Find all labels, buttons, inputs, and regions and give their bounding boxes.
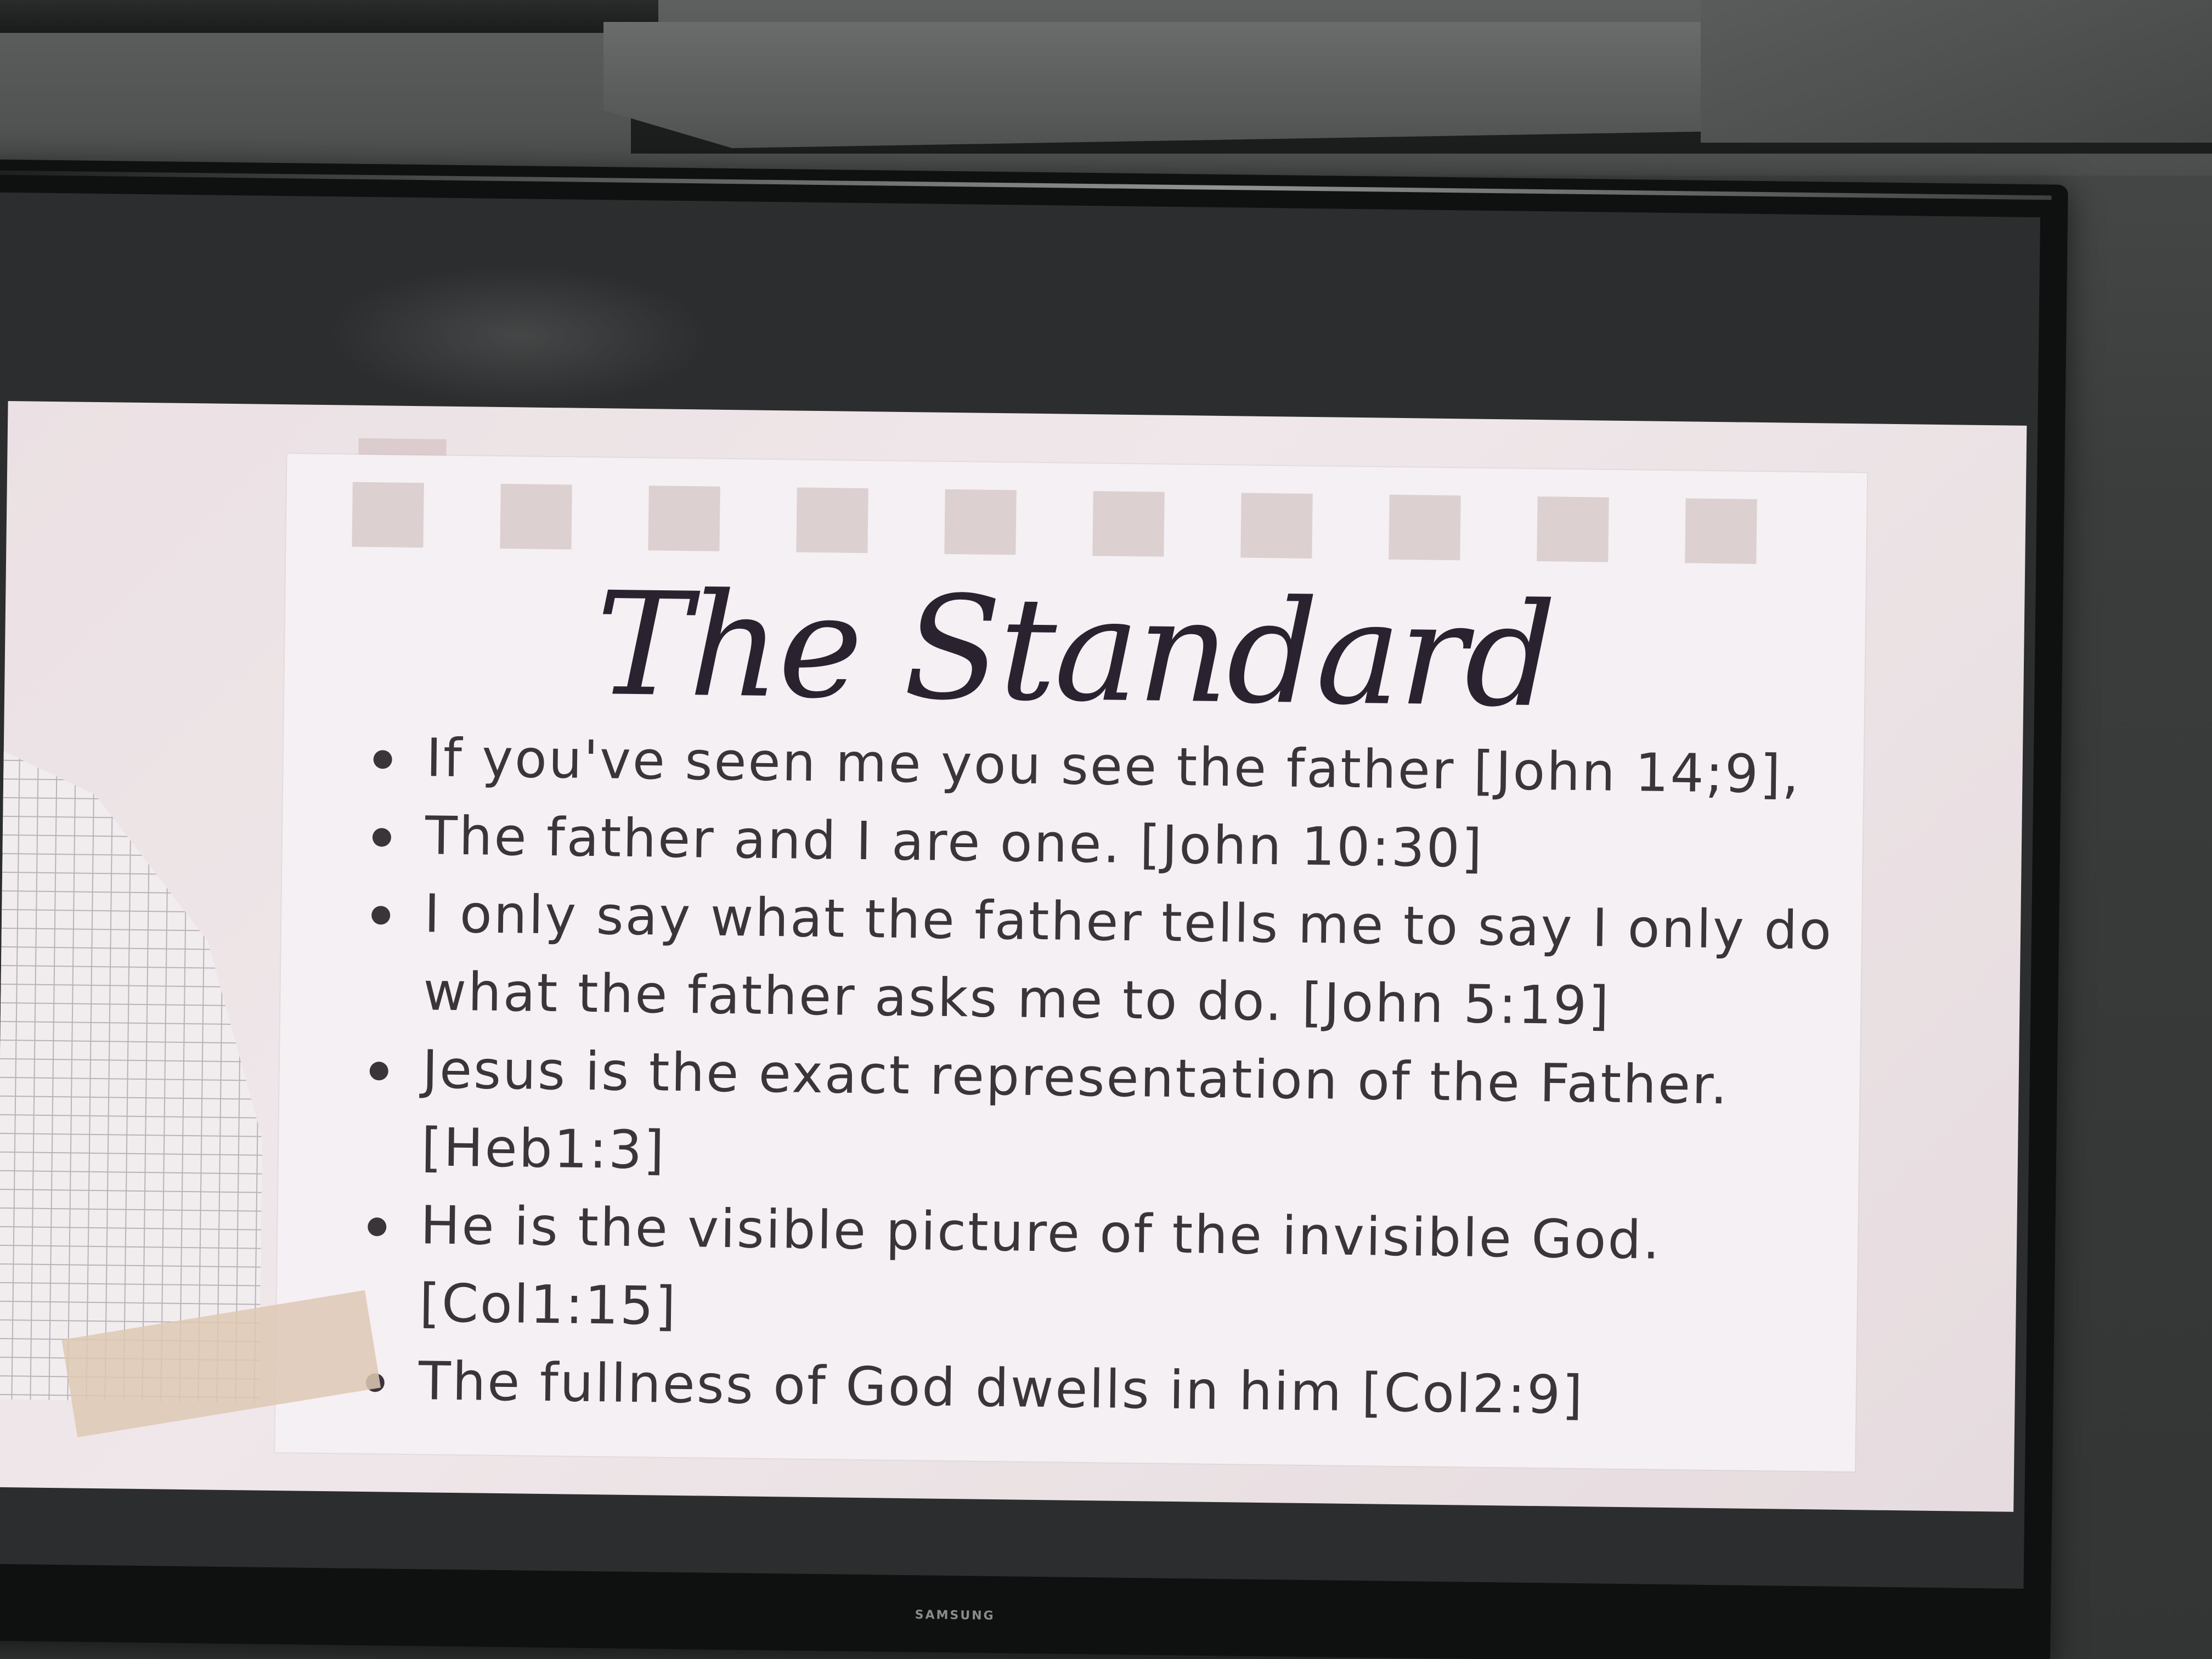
tv-screen: The Standard If you've seen me you see t…	[0, 192, 2040, 1589]
ceiling-panel	[1701, 0, 2212, 143]
notebook-hole	[500, 483, 572, 550]
ceiling	[0, 0, 2212, 176]
note-paper: The Standard If you've seen me you see t…	[275, 454, 1867, 1472]
notebook-hole	[1092, 491, 1165, 557]
bullet-item: He is the visible picture of the invisib…	[359, 1186, 1842, 1359]
slide-title: The Standard	[595, 562, 1555, 740]
bullet-list: If you've seen me you see the father [Jo…	[358, 718, 1847, 1437]
notebook-hole	[1537, 496, 1609, 562]
notebook-hole	[352, 482, 424, 548]
photo-scene: The Standard If you've seen me you see t…	[0, 0, 2212, 1659]
ceiling-beam	[0, 0, 658, 33]
notebook-hole	[1389, 494, 1461, 561]
television: The Standard If you've seen me you see t…	[0, 159, 2068, 1659]
notebook-hole	[1240, 493, 1313, 559]
bullet-item: Jesus is the exact representation of the…	[360, 1030, 1843, 1204]
notebook-hole	[1685, 498, 1757, 564]
bullet-item: I only say what the father tells me to s…	[363, 874, 1846, 1048]
presentation-slide: The Standard If you've seen me you see t…	[0, 400, 2027, 1512]
tv-brand-logo: SAMSUNG	[915, 1608, 995, 1623]
ceiling-light-reflection	[326, 262, 712, 410]
notebook-hole	[648, 486, 720, 551]
notebook-hole	[944, 489, 1017, 555]
notebook-hole	[796, 487, 868, 554]
grid-paper-decoration	[0, 741, 267, 1402]
